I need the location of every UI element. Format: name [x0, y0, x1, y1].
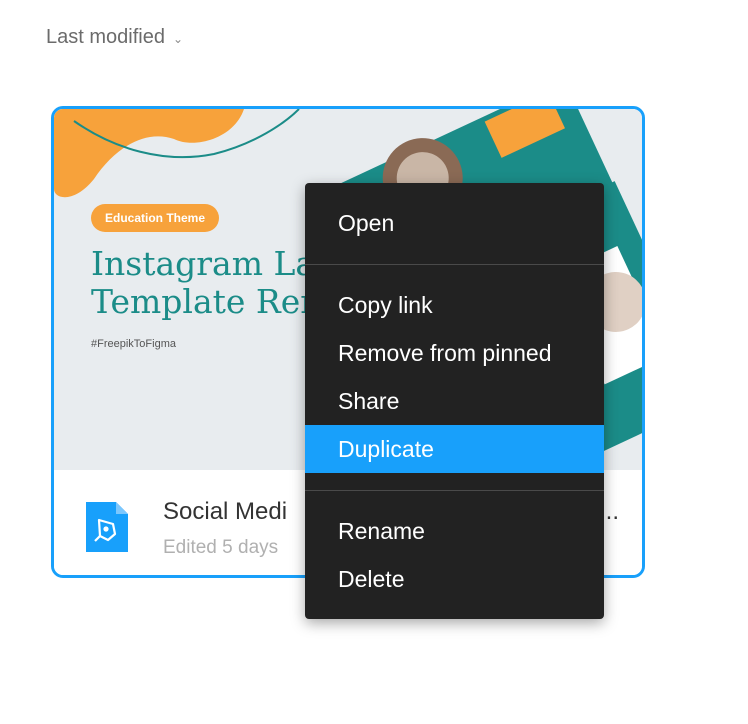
sort-dropdown[interactable]: Last modified ⌄ [46, 26, 183, 49]
file-name: Social Medi [163, 498, 288, 525]
thumbnail-badge: Education Theme [91, 204, 220, 232]
menu-item-duplicate[interactable]: Duplicate [305, 425, 604, 473]
menu-separator [305, 490, 604, 491]
chevron-down-icon: ⌄ [172, 31, 184, 46]
thumbnail-hashtag: #FreepikToFigma [91, 338, 176, 350]
menu-separator [305, 264, 604, 265]
context-menu: Open Copy link Remove from pinned Share … [305, 183, 604, 619]
menu-item-rename[interactable]: Rename [305, 507, 604, 555]
menu-item-share[interactable]: Share [305, 377, 604, 425]
file-edited-meta: Edited 5 days [163, 537, 279, 558]
menu-item-delete[interactable]: Delete [305, 555, 604, 603]
thumbnail-title: Instagram La Template Ren [91, 244, 322, 321]
menu-item-open[interactable]: Open [305, 199, 604, 247]
sort-label: Last modified [46, 26, 165, 48]
figma-file-icon [86, 502, 128, 552]
menu-item-copy-link[interactable]: Copy link [305, 281, 604, 329]
menu-item-remove-from-pinned[interactable]: Remove from pinned [305, 329, 604, 377]
